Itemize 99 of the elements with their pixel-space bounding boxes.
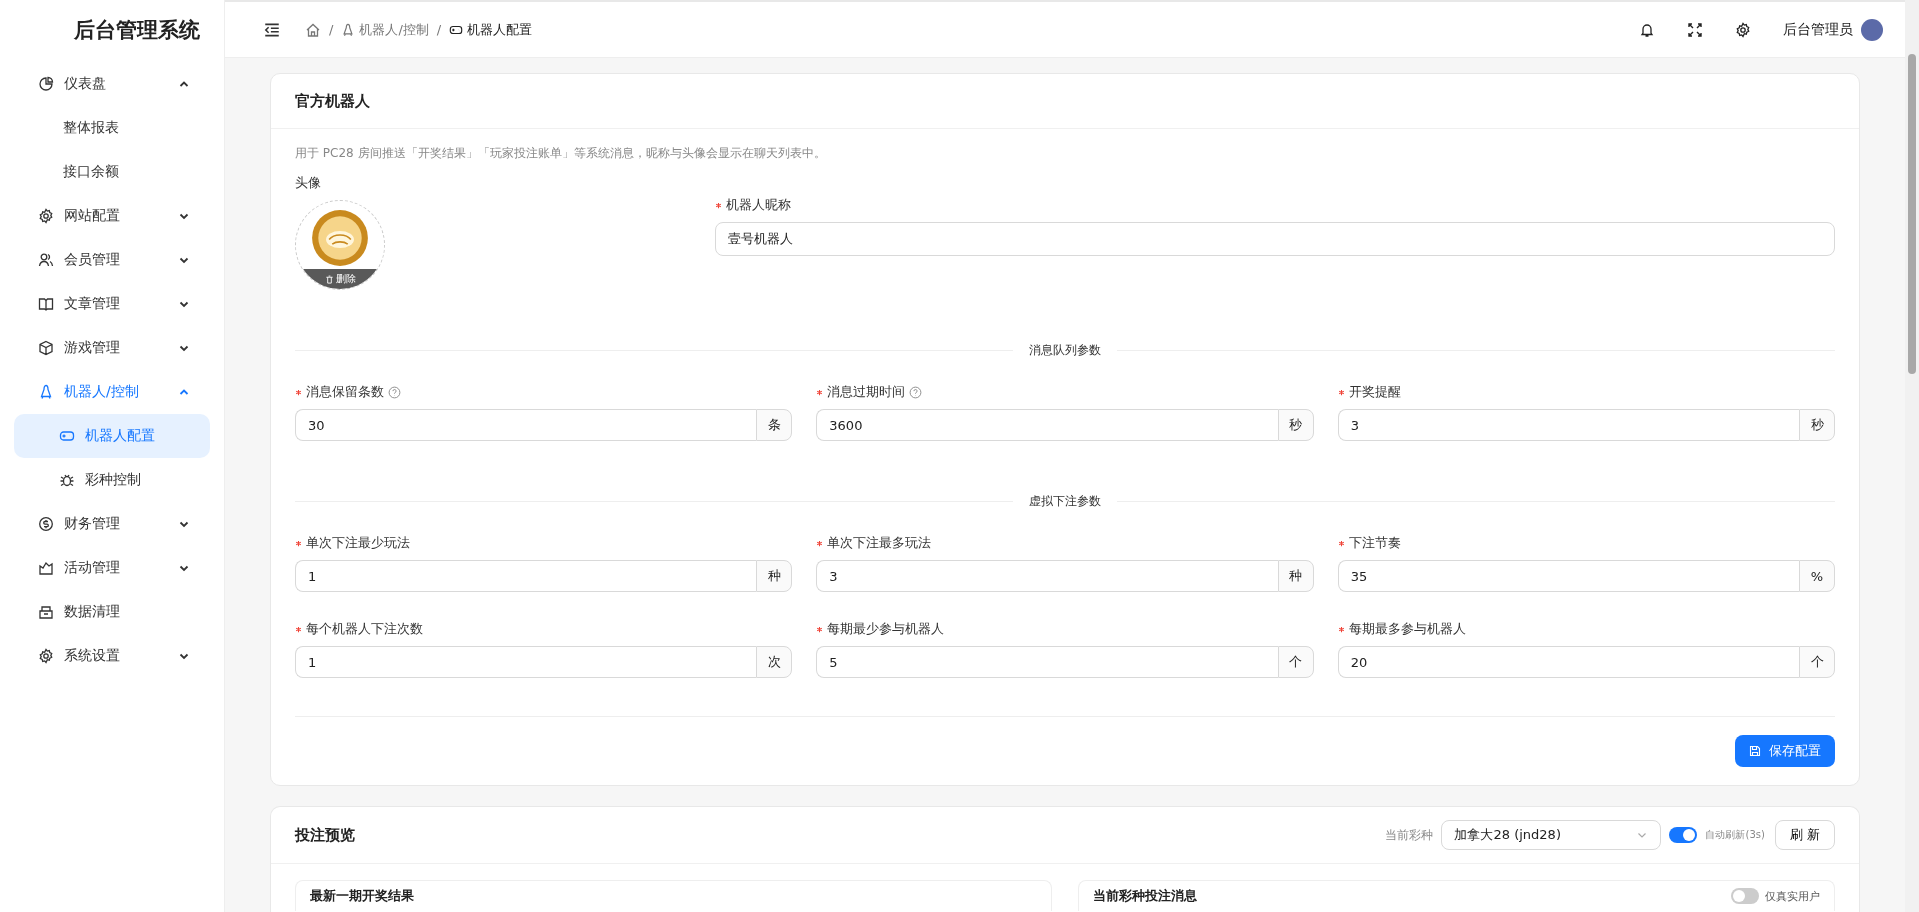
menu-label: 财务管理 [64,515,121,533]
field-label: 开奖提醒 [1337,383,1835,401]
breadcrumb-link[interactable]: 机器人配置 [449,20,533,39]
menu-label: 机器人/控制 [64,383,140,401]
section-title: 虚拟下注参数 [1029,493,1101,510]
menu-label: 整体报表 [63,119,119,137]
number-input[interactable]: 20 [1337,646,1799,678]
number-input[interactable]: 3600 [816,409,1278,441]
sidebar-subitem[interactable]: 整体报表 [14,106,210,150]
unit-addon: 条 [756,409,793,441]
number-input[interactable]: 5 [816,646,1278,678]
menu-icon [38,604,54,620]
sidebar-subitem[interactable]: 接口余额 [14,150,210,194]
sidebar-subitem[interactable]: 彩种控制 [14,458,210,502]
field-label: 每个机器人下注次数 [295,620,793,638]
user-avatar[interactable] [1861,18,1883,41]
unit-addon: 种 [756,560,793,592]
notification-icon[interactable] [1639,21,1655,38]
switch-label: 仅真实用户 [1765,888,1820,904]
section-title: 消息队列参数 [1029,342,1101,359]
unit-addon: 个 [1277,646,1314,678]
unit-addon: 种 [1277,560,1314,592]
menu-icon [38,296,54,312]
settings-icon[interactable] [1735,21,1751,38]
menu-label: 机器人配置 [85,427,155,445]
sidebar-item[interactable]: 活动管理 [14,546,210,590]
switch-label: 自动刷新(3s) [1705,828,1765,842]
sidebar-item[interactable]: 系统设置 [14,634,210,678]
real-user-switch[interactable] [1731,888,1759,904]
menu-icon [38,560,54,576]
menu-label: 会员管理 [64,251,121,269]
menu-label: 网站配置 [64,207,121,225]
sidebar-item[interactable]: 文章管理 [14,282,210,326]
menu-label: 游戏管理 [64,339,121,357]
lottery-label: 当前彩种 [1385,826,1434,844]
card-title: 官方机器人 [295,91,370,111]
breadcrumb-link[interactable]: 机器人/控制 [341,20,429,39]
sidebar-item[interactable]: 网站配置 [14,194,210,238]
menu-label: 数据清理 [64,603,121,621]
menu-icon [38,340,54,356]
unit-addon: 秒 [1799,409,1835,441]
sidebar-subitem[interactable]: 机器人配置 [14,414,210,458]
save-button[interactable]: 保存配置 [1735,735,1835,767]
field-label: 单次下注最少玩法 [295,534,793,552]
breadcrumb-separator: / [329,22,334,37]
breadcrumb-separator: / [436,22,442,37]
sidebar-item[interactable]: 财务管理 [14,502,210,546]
avatar-drawing [309,207,371,269]
lottery-select[interactable]: 加拿大28 (jnd28) [1441,820,1662,850]
app-title: 后台管理系统 [73,17,201,44]
menu-icon [38,252,54,268]
menu-icon [38,384,54,400]
panel-title: 当前彩种投注消息 [1093,887,1197,905]
unit-addon: % [1799,560,1835,592]
bug-icon [59,472,75,488]
menu-label: 仪表盘 [64,75,107,93]
number-input[interactable]: 30 [295,409,757,441]
field-label: 单次下注最多玩法 [816,534,1314,552]
field-label: 机器人昵称 [715,196,1835,214]
sidebar-item[interactable]: 会员管理 [14,238,210,282]
number-input[interactable]: 35 [1337,560,1799,592]
field-label: 下注节奏 [1337,534,1835,552]
unit-addon: 秒 [1277,409,1314,441]
menu-label: 接口余额 [63,163,119,181]
home-icon [305,21,321,38]
menu-icon [38,208,54,224]
description-text: 用于 PC28 房间推送「开奖结果」「玩家投注账单」等系统消息，昵称与头像会显示在聊天列表中。 [295,145,827,162]
panel-title: 最新一期开奖结果 [310,887,414,905]
number-input[interactable]: 1 [295,646,757,678]
number-input[interactable]: 3 [816,560,1278,592]
nickname-input[interactable]: 壹号机器人 [715,222,1835,256]
number-input[interactable]: 3 [1337,409,1799,441]
sidebar-item[interactable]: 仪表盘 [14,62,210,106]
field-label: 消息过期时间 [816,383,1314,401]
scrollbar[interactable] [1905,0,1919,912]
user-name[interactable]: 后台管理员 [1783,20,1853,39]
unit-addon: 个 [1799,646,1835,678]
menu-icon [38,516,54,532]
menu-icon [38,648,54,664]
auto-refresh-switch[interactable] [1669,827,1698,843]
unit-addon: 次 [756,646,793,678]
save-icon [1749,745,1761,757]
fullscreen-icon[interactable] [1687,21,1703,38]
sidebar-item[interactable]: 机器人/控制 [14,370,210,414]
card-title: 投注预览 [295,825,355,845]
trash-icon [324,274,334,284]
field-label: 每期最多参与机器人 [1337,620,1835,638]
menu-label: 系统设置 [64,647,121,665]
field-label: 消息保留条数 [295,383,793,401]
sidebar-item[interactable]: 数据清理 [14,590,210,634]
field-label: 头像 [295,174,322,192]
menu-label: 彩种控制 [85,471,141,489]
refresh-button[interactable]: 刷 新 [1774,820,1835,850]
field-label: 每期最少参与机器人 [816,620,1314,638]
menu-label: 活动管理 [64,559,121,577]
sidebar-item[interactable]: 游戏管理 [14,326,210,370]
number-input[interactable]: 1 [295,560,757,592]
menu-label: 文章管理 [64,295,121,313]
menu-icon [38,76,54,92]
